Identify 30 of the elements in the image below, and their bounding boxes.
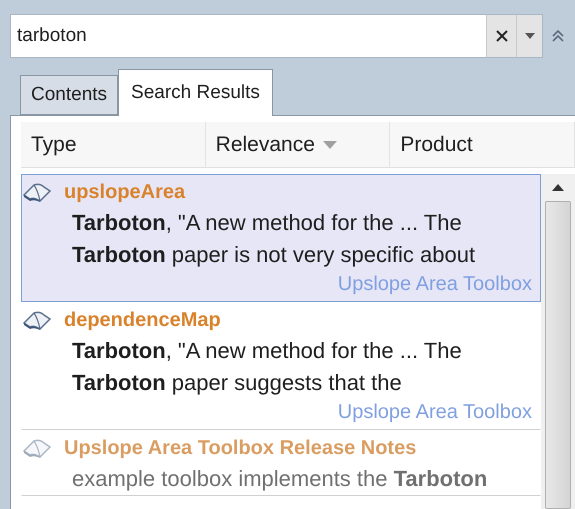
result-snippet: example toolbox implements the Tarboton <box>71 465 488 493</box>
book-icon <box>22 181 52 203</box>
search-result[interactable]: upslopeArea Tarboton, "A new method for the ... The Tarboton paper is not very specific about Upslope Area Toolbox <box>21 174 541 302</box>
search-input[interactable]: tarboton <box>11 22 486 50</box>
column-header[interactable]: Product <box>390 122 575 167</box>
book-icon <box>22 309 52 331</box>
result-source: Upslope Area Toolbox <box>338 272 533 297</box>
tab[interactable]: Contents <box>20 75 118 115</box>
search-field[interactable]: tarboton <box>10 14 543 58</box>
tab[interactable]: Search Results <box>118 69 273 116</box>
column-header[interactable]: Relevance <box>206 122 390 167</box>
result-snippet: Tarboton, "A new method for the ... The <box>71 337 463 365</box>
caret-icon <box>524 33 534 39</box>
result-title: upslopeArea <box>64 180 186 205</box>
result-title: Upslope Area Toolbox Release Notes <box>64 436 416 461</box>
result-snippet: Tarboton, "A new method for the ... The <box>71 209 463 237</box>
scrollbar[interactable] <box>541 174 575 509</box>
result-source: Upslope Area Toolbox <box>338 400 533 425</box>
book-icon <box>22 437 52 459</box>
column-header[interactable]: Type <box>21 122 206 167</box>
search-result[interactable]: Upslope Area Toolbox Release Notes example toolbox implements the Tarboton <box>21 430 541 496</box>
result-snippet: Tarboton paper suggests that the <box>71 369 403 397</box>
dropdown-button[interactable] <box>516 15 542 57</box>
result-title: dependenceMap <box>64 308 221 333</box>
double-chevron-up-icon <box>551 29 565 43</box>
close-icon <box>496 30 508 42</box>
scrollbar-thumb[interactable] <box>545 201 571 509</box>
scroll-up-icon <box>552 184 564 191</box>
clear-button[interactable] <box>486 15 516 57</box>
result-snippet: Tarboton paper is not very specific about <box>71 241 476 269</box>
